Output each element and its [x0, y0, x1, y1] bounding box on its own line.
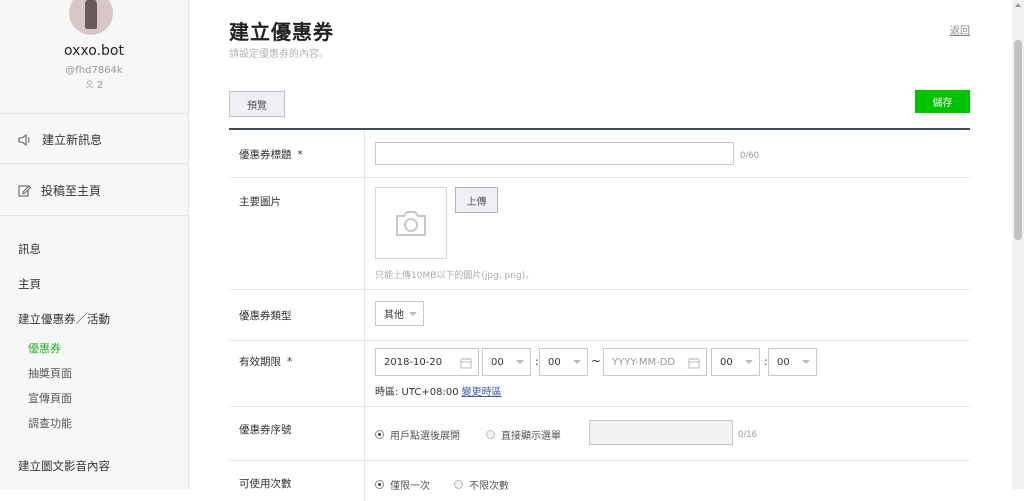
type-row: 優惠券類型 其他: [229, 290, 970, 341]
speaker-icon: [18, 133, 30, 146]
nav-rich-content[interactable]: 建立圖文影音內容: [18, 458, 110, 474]
bot-name: oxxo.bot: [64, 43, 124, 59]
person-icon: [85, 80, 94, 89]
image-row: 主要圖片 上傳 只能上傳10MB以下的圖片(jpg, png)。: [229, 178, 970, 290]
required-mark: *: [297, 149, 303, 161]
timezone-info: 時區: UTC+08:00 變更時區: [375, 387, 502, 398]
image-placeholder[interactable]: [375, 187, 447, 259]
end-hour-select[interactable]: 00: [711, 348, 760, 376]
serial-label: 優惠券序號: [239, 424, 292, 436]
start-hour-select[interactable]: 00: [482, 348, 531, 376]
serial-row: 優惠券序號 用戶點選後展開 直接顯示選單 0/16: [229, 407, 970, 461]
required-mark: *: [287, 356, 293, 368]
new-message-button[interactable]: 建立新訊息: [18, 131, 102, 148]
friends-count-value: 2: [96, 80, 104, 91]
nav-messages[interactable]: 訊息: [18, 241, 41, 257]
title-row: 優惠券標題 * 0/60: [229, 130, 970, 178]
back-link[interactable]: 返回: [950, 22, 970, 37]
range-separator: ~: [591, 354, 602, 368]
calendar-icon: [688, 358, 700, 369]
divider: [0, 113, 188, 114]
chevron-down-icon: [516, 360, 524, 364]
title-label: 優惠券標題 *: [239, 149, 303, 161]
save-button[interactable]: 儲存: [915, 90, 970, 113]
serial-expand-radio[interactable]: 用戶點選後展開: [375, 427, 460, 442]
scroll-up-icon[interactable]: [1015, 3, 1021, 7]
divider: [0, 163, 188, 164]
title-counter: 0/60: [740, 151, 760, 161]
nav-promo[interactable]: 宣傳頁面: [28, 390, 72, 406]
nav-survey[interactable]: 調查功能: [28, 415, 72, 431]
edit-icon: [18, 185, 31, 197]
nav-coupons-events[interactable]: 建立優惠券／活動: [18, 311, 110, 327]
sidebar: oxxo.bot @fhd7864k 2 建立新訊息 投稿至主頁 訊息 主頁 建…: [0, 0, 189, 489]
nav-home[interactable]: 主頁: [18, 276, 41, 292]
coupon-title-input[interactable]: [375, 142, 734, 165]
chevron-down-icon: [745, 360, 753, 364]
post-to-home-button[interactable]: 投稿至主頁: [18, 182, 101, 199]
usage-once-radio[interactable]: 僅限一次: [375, 477, 430, 492]
chevron-down-icon: [802, 360, 810, 364]
calendar-icon: [460, 358, 472, 369]
coupon-type-select[interactable]: 其他: [375, 301, 424, 326]
chevron-down-icon: [409, 311, 417, 316]
new-message-label: 建立新訊息: [42, 133, 103, 147]
end-date-input[interactable]: YYYY-MM-DD: [603, 348, 707, 376]
serial-direct-radio[interactable]: 直接顯示選單: [486, 427, 561, 442]
upload-button[interactable]: 上傳: [455, 187, 498, 213]
nav-lottery[interactable]: 抽獎頁面: [28, 365, 72, 381]
bot-id: @fhd7864k: [65, 65, 123, 76]
page-title: 建立優惠券: [229, 20, 334, 44]
change-timezone-link[interactable]: 變更時區: [462, 387, 502, 398]
camera-icon: [396, 211, 426, 236]
usage-row: 可使用次數 僅限一次 不限次數: [229, 461, 970, 501]
start-date-input[interactable]: 2018-10-20: [375, 348, 479, 376]
preview-button[interactable]: 預覽: [229, 91, 285, 117]
post-to-home-label: 投稿至主頁: [41, 184, 102, 198]
nav-coupon[interactable]: 優惠券: [28, 340, 61, 356]
type-label: 優惠券類型: [239, 310, 292, 322]
chevron-down-icon: [573, 360, 581, 364]
image-label: 主要圖片: [239, 196, 281, 208]
friends-count: 2: [0, 80, 188, 91]
scrollbar-thumb[interactable]: [1014, 40, 1022, 240]
page-subtitle: 請設定優惠券的內容。: [229, 49, 329, 60]
end-minute-select[interactable]: 00: [768, 348, 817, 376]
scrollbar[interactable]: [1012, 0, 1024, 489]
image-hint: 只能上傳10MB以下的圖片(jpg, png)。: [375, 271, 535, 281]
validity-row: 有效期限 * 2018-10-20 00 : 00 ~ YYYY-MM-DD 00…: [229, 341, 970, 407]
avatar[interactable]: [69, 0, 113, 35]
divider: [0, 215, 188, 216]
usage-unlimited-radio[interactable]: 不限次數: [454, 477, 509, 492]
coupon-form: 優惠券標題 * 0/60 主要圖片 上傳 只能上傳10MB以下的圖片(jpg, p…: [229, 128, 970, 501]
serial-counter: 0/16: [738, 430, 758, 440]
serial-input[interactable]: [589, 420, 733, 445]
start-minute-select[interactable]: 00: [539, 348, 588, 376]
validity-label: 有效期限 *: [239, 356, 293, 368]
